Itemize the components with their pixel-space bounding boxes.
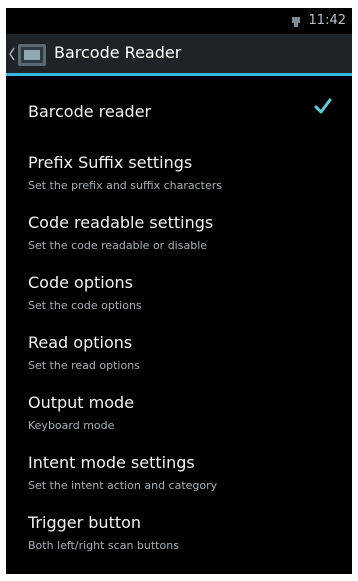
device-screen: 11:42 Barcode Reader Barcode reader Pref… <box>6 8 352 574</box>
status-time: 11:42 <box>308 13 346 28</box>
setting-intent-mode[interactable]: Intent mode settings Set the intent acti… <box>6 436 352 496</box>
setting-title: Code options <box>28 273 133 292</box>
setting-code-readable[interactable]: Code readable settings Set the code read… <box>6 196 352 256</box>
setting-summary: Set the intent action and category <box>28 479 218 492</box>
setting-output-mode[interactable]: Output mode Keyboard mode <box>6 376 352 436</box>
setting-read-options[interactable]: Read options Set the read options <box>6 316 352 376</box>
setting-summary: Set the code options <box>28 299 142 312</box>
setting-code-options[interactable]: Code options Set the code options <box>6 256 352 316</box>
setting-barcode-reader[interactable]: Barcode reader <box>6 76 352 136</box>
status-bar: 11:42 <box>6 8 352 34</box>
setting-trigger-button[interactable]: Trigger button Both left/right scan butt… <box>6 496 352 556</box>
setting-prefix-suffix[interactable]: Prefix Suffix settings Set the prefix an… <box>6 136 352 196</box>
setting-summary: Set the read options <box>28 359 140 372</box>
setting-summary: Keyboard mode <box>28 419 115 432</box>
usb-icon <box>292 17 300 27</box>
settings-list: Barcode reader Prefix Suffix settings Se… <box>6 76 352 556</box>
setting-title: Read options <box>28 333 133 352</box>
barcode-reader-app-icon[interactable] <box>18 42 46 68</box>
setting-title: Trigger button <box>28 513 142 532</box>
setting-title: Intent mode settings <box>28 453 195 472</box>
setting-title: Barcode reader <box>28 102 152 121</box>
setting-summary: Set the code readable or disable <box>28 239 208 252</box>
setting-title: Prefix Suffix settings <box>28 153 193 172</box>
action-bar: Barcode Reader <box>6 34 352 76</box>
setting-summary: Set the prefix and suffix characters <box>28 179 223 192</box>
checkmark-icon[interactable] <box>314 98 332 114</box>
setting-title: Code readable settings <box>28 213 214 232</box>
action-bar-title: Barcode Reader <box>54 43 182 62</box>
setting-summary: Both left/right scan buttons <box>28 539 179 552</box>
setting-title: Output mode <box>28 393 135 412</box>
back-chevron-icon[interactable] <box>8 44 16 64</box>
